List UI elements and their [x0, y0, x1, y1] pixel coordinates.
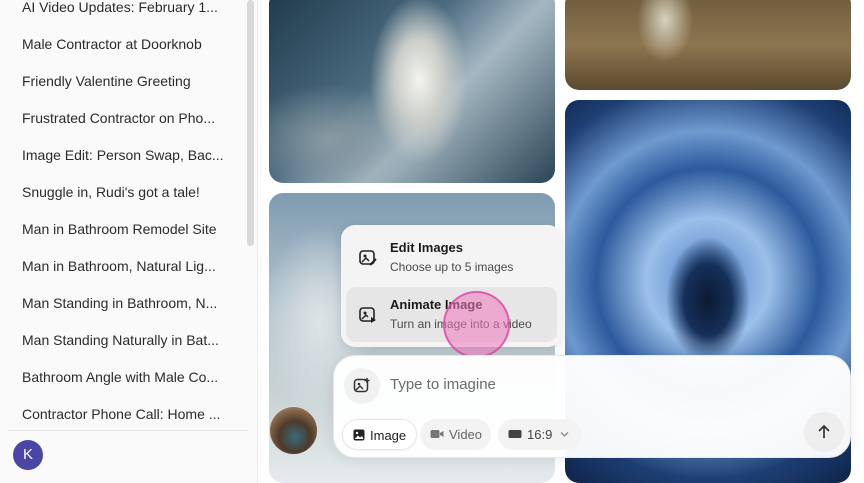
- sidebar-item-conversation[interactable]: Man in Bathroom, Natural Lig...: [8, 251, 240, 281]
- sidebar-item-conversation[interactable]: Friendly Valentine Greeting: [8, 66, 240, 96]
- sidebar-scrollbar[interactable]: [247, 0, 254, 246]
- click-indicator: [443, 291, 510, 358]
- prompt-composer: Image Video 16:9: [333, 355, 851, 458]
- edit-images-title: Edit Images: [390, 240, 463, 255]
- mode-image-label: Image: [370, 428, 407, 443]
- gallery-image[interactable]: [565, 0, 851, 90]
- mode-video-label: Video: [449, 427, 483, 442]
- sidebar: AI Video Updates: February 1... Male Con…: [0, 0, 258, 483]
- submit-button[interactable]: [804, 412, 844, 452]
- sidebar-item-conversation[interactable]: Man Standing in Bathroom, N...: [8, 288, 240, 318]
- sidebar-item-conversation[interactable]: Bathroom Angle with Male Co...: [8, 362, 240, 392]
- user-avatar[interactable]: K: [13, 440, 43, 470]
- sidebar-item-conversation[interactable]: AI Video Updates: February 1...: [8, 0, 240, 22]
- sidebar-item-conversation[interactable]: Image Edit: Person Swap, Bac...: [8, 140, 240, 170]
- sidebar-item-conversation[interactable]: Male Contractor at Doorknob: [8, 29, 240, 59]
- attached-image-thumbnail[interactable]: [269, 406, 318, 455]
- prompt-input[interactable]: [390, 372, 770, 396]
- sidebar-item-conversation[interactable]: Man in Bathroom Remodel Site: [8, 214, 240, 244]
- sidebar-item-conversation[interactable]: Frustrated Contractor on Pho...: [8, 103, 240, 133]
- aspect-ratio-value: 16:9: [527, 427, 553, 442]
- add-image-button[interactable]: [344, 368, 380, 404]
- mode-video-button[interactable]: Video: [420, 419, 491, 450]
- mode-image-button[interactable]: Image: [342, 419, 417, 450]
- animate-image-icon: [359, 307, 376, 323]
- aspect-ratio-icon: [508, 430, 522, 438]
- add-image-icon: [353, 378, 370, 393]
- video-camera-icon: [430, 430, 444, 438]
- sidebar-divider: [8, 430, 248, 431]
- edit-images-subtitle: Choose up to 5 images: [390, 260, 514, 274]
- sidebar-item-conversation[interactable]: Man Standing Naturally in Bat...: [8, 325, 240, 355]
- arrow-up-icon: [818, 424, 830, 438]
- edit-images-option[interactable]: Edit Images Choose up to 5 images: [346, 230, 557, 285]
- chevron-down-icon: [560, 432, 569, 437]
- aspect-ratio-select[interactable]: 16:9: [498, 419, 581, 450]
- gallery-image[interactable]: [269, 0, 555, 183]
- sidebar-item-conversation[interactable]: Snuggle in, Rudi's got a tale!: [8, 177, 240, 207]
- image-icon: [353, 429, 365, 441]
- sidebar-item-conversation[interactable]: Contractor Phone Call: Home ...: [8, 399, 240, 429]
- edit-image-icon: [359, 250, 377, 266]
